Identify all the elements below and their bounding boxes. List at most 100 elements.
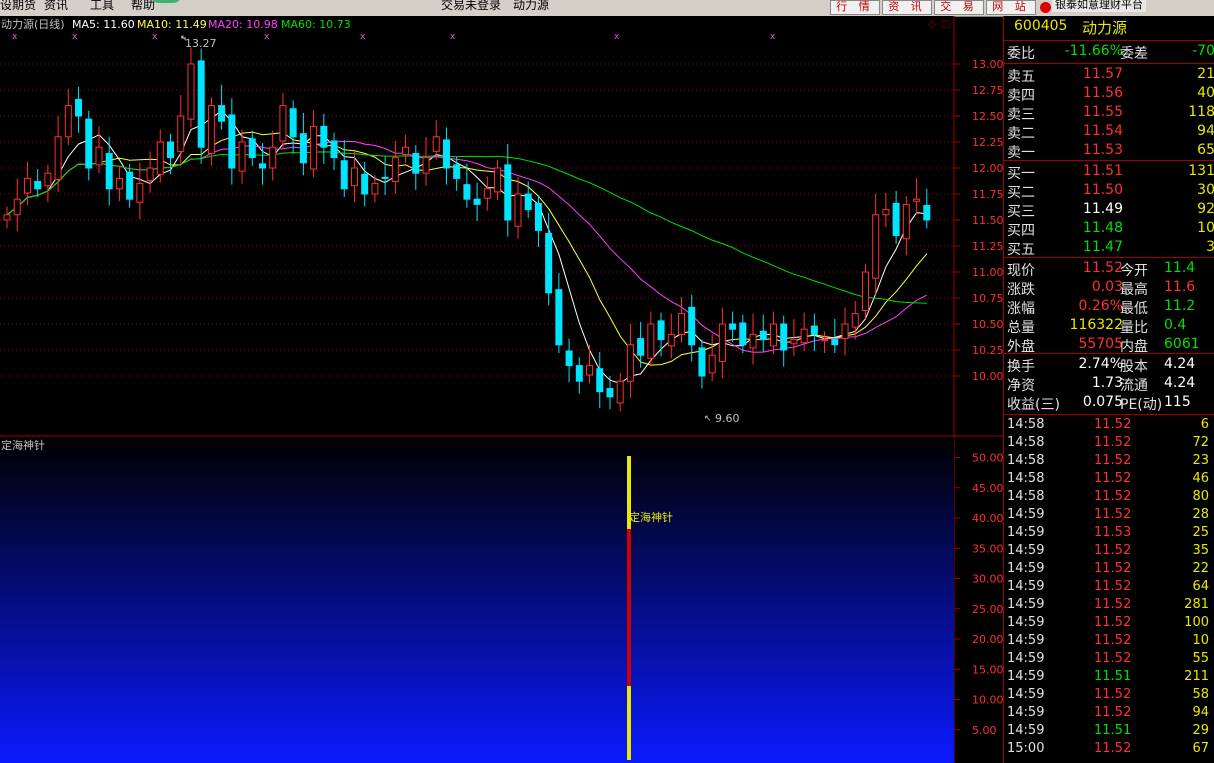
event-marker: x (12, 32, 18, 42)
sub-axis: 50.00 45.00 40.00 35.00 30.00 25.00 20.00 15.00… (954, 452, 1003, 737)
candle-body (647, 323, 655, 359)
sub-tick: 5.00 (972, 724, 997, 737)
candle-body (269, 146, 277, 169)
tick-row: 14:59 11.52 55 (1007, 651, 1209, 666)
stat-row: 总量 116322 量比 0.4 (1007, 317, 1187, 336)
menu-news[interactable]: 资讯 (44, 0, 68, 13)
price-tick: 11.50 (972, 214, 1003, 227)
event-marker: x (72, 32, 78, 42)
candle-body (831, 339, 839, 346)
candle-body (555, 289, 563, 346)
order-book-row: 买二 11.50 30 (1004, 182, 1214, 201)
quote-button[interactable]: 行 情 (830, 0, 880, 15)
candle-body (698, 347, 706, 377)
sub-tick: 40.00 (972, 512, 1003, 525)
level-price: 11.48 (1082, 220, 1123, 236)
price-tick: 12.00 (972, 162, 1003, 175)
tick-row: 14:58 11.52 46 (1007, 471, 1209, 486)
sub-tick: 45.00 (972, 482, 1003, 495)
website-button[interactable]: 网 站 (986, 0, 1036, 15)
main-chart-bg (0, 16, 954, 437)
level-volume: 40 (1197, 85, 1214, 101)
candle-body (596, 368, 604, 393)
candle-body (902, 203, 910, 240)
price-tick: 12.50 (972, 110, 1003, 123)
tick-row: 14:59 11.52 281 (1007, 597, 1209, 612)
price-tick: 10.50 (972, 318, 1003, 331)
candle-body (524, 193, 532, 211)
candle-body (422, 157, 430, 174)
level-price: 11.56 (1082, 85, 1123, 101)
level-label: 买一 (1007, 166, 1035, 182)
menu-tools[interactable]: 工具 (90, 0, 114, 13)
candle-body (361, 173, 369, 195)
candle-body (3, 214, 11, 221)
price-tick: 10.25 (972, 344, 1003, 357)
level-volume: 92 (1197, 201, 1214, 217)
svg-text:↖: ↖ (180, 34, 188, 44)
candle-body (688, 306, 696, 346)
candle-body (54, 136, 62, 180)
candle-body (105, 152, 113, 190)
candle-body (913, 198, 921, 202)
level-label: 卖二 (1007, 126, 1035, 142)
ma20-label: MA20: 10.98 (208, 18, 278, 31)
candle-body (749, 333, 757, 349)
level-label: 买三 (1007, 204, 1035, 220)
candle-body (483, 188, 491, 199)
candle-body (187, 63, 195, 120)
chart-title: 动力源(日线) (1, 17, 65, 31)
news-button[interactable]: 资 讯 (882, 0, 932, 15)
candle-body (769, 323, 777, 347)
ad-icon (1040, 2, 1051, 13)
high-annotation: 13.27 (185, 37, 217, 50)
candle-body (872, 214, 880, 279)
level-price: 11.50 (1082, 182, 1123, 198)
sub-chart-title: 定海神针 (1, 438, 45, 452)
candle-body (575, 365, 583, 382)
trade-status[interactable]: 交易未登录 (441, 0, 501, 13)
price-tick: 12.25 (972, 136, 1003, 149)
candle-body (545, 233, 553, 294)
order-book-row: 卖二 11.54 94 (1004, 123, 1214, 142)
candle-body (800, 328, 808, 344)
candle-body (667, 333, 675, 347)
sub-tick: 50.00 (972, 452, 1003, 465)
level-volume: 21 (1197, 66, 1214, 82)
low-annotation: 9.60 (715, 412, 740, 425)
sub-tick: 20.00 (972, 633, 1003, 646)
diamond-icon[interactable]: ◇ (928, 19, 936, 30)
candle-body (494, 167, 502, 193)
candle-body (729, 323, 737, 330)
tick-row: 14:59 11.52 10 (1007, 633, 1209, 648)
price-tick: 10.00 (972, 370, 1003, 383)
candle-body (258, 163, 266, 169)
quote-panel: 600405 动力源 委比 -11.66% 委差 -70 卖五 11.57 21 卖四… (1003, 16, 1214, 763)
tick-row: 14:59 11.52 28 (1007, 507, 1209, 522)
candle-body (616, 380, 624, 404)
tick-row: 14:58 11.52 80 (1007, 489, 1209, 504)
trade-button[interactable]: 交 易 (934, 0, 984, 15)
candle-body (739, 322, 747, 346)
candle-body (238, 141, 246, 172)
candle-body (207, 105, 215, 154)
order-book-row: 卖三 11.55 118 (1004, 104, 1214, 123)
candle-body (289, 108, 297, 138)
candle-body (851, 313, 859, 328)
level-label: 卖四 (1007, 88, 1035, 104)
candle-body (790, 339, 798, 345)
candle-body (708, 354, 716, 374)
level-price: 11.55 (1082, 104, 1123, 120)
ad-link[interactable]: 银泰如意理财平台 (1052, 0, 1146, 12)
candle-body (882, 209, 890, 216)
candle-body (565, 350, 573, 367)
candle-body (115, 177, 123, 190)
menu-futures[interactable]: 设期货 (0, 0, 36, 13)
square-icon[interactable]: □ (941, 19, 950, 30)
menu-help[interactable]: 帮助 (131, 0, 155, 13)
stat-row: 涨跌 0.03 最高 11.6 (1007, 279, 1196, 298)
tick-row: 14:58 11.52 72 (1007, 435, 1209, 450)
weicha-label: 委差 (1120, 46, 1148, 62)
tick-row: 14:59 11.52 22 (1007, 561, 1209, 576)
kline-chart[interactable]: 13.00 12.75 12.50 12.25 12.00 11.75 11.50 11.25… (0, 16, 1003, 763)
